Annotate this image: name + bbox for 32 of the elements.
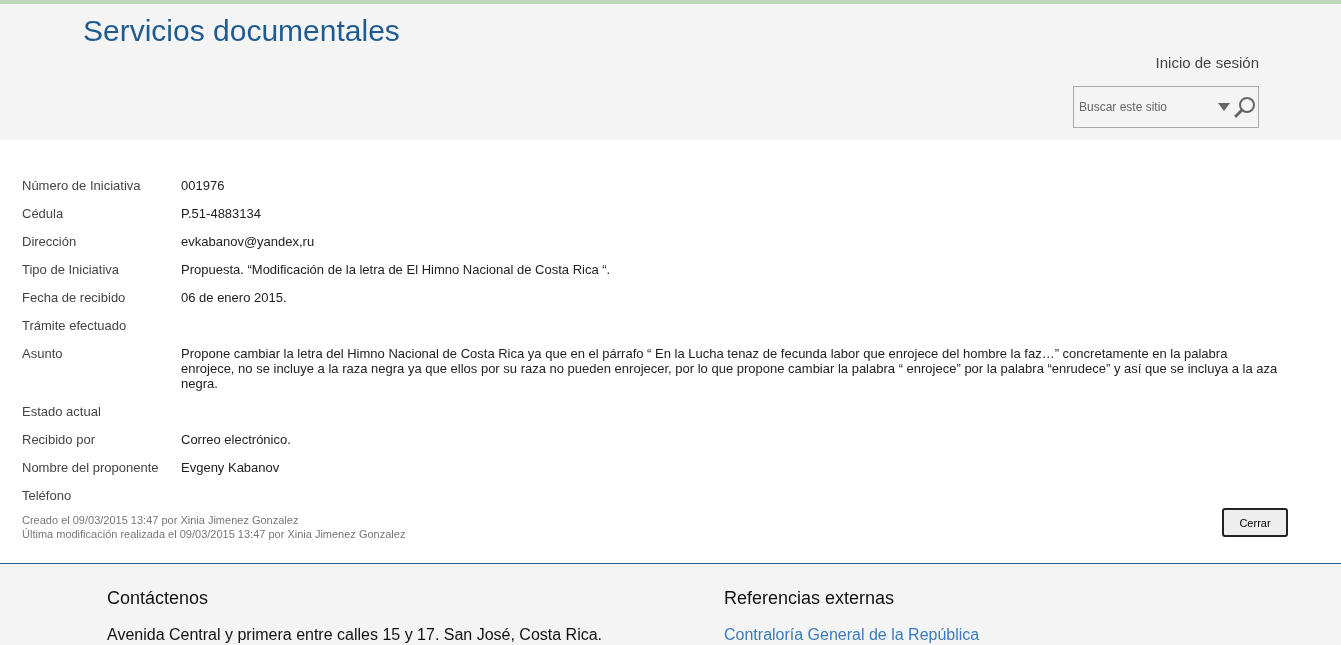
field-label: Dirección bbox=[22, 233, 78, 249]
field-value: Propone cambiar la letra del Himno Nacional de Costa Rica ya que en el párrafo “ En la Lucha tenaz de fecunda labor que enrojece del hombre la faz…” concretamente en la palabra enrojece, no se incluye a la raza negra ya que ellos por su raza no pueden enrojecer, por lo que propone cambiar la palabra “ enrojece” por la palabra “enrudece” y así que se incluya a la aza negra. bbox=[181, 345, 1279, 391]
login-link[interactable]: Inicio de sesión bbox=[1155, 54, 1259, 74]
site-title[interactable]: Servicios documentales bbox=[83, 14, 400, 48]
field-label: Recibido por bbox=[22, 431, 96, 447]
field-value: Correo electrónico. bbox=[181, 431, 291, 447]
search-field[interactable]: Buscar este sitio bbox=[1073, 86, 1259, 128]
field-value: P.51-4883134 bbox=[181, 205, 261, 221]
field-value: 06 de enero 2015. bbox=[181, 289, 287, 305]
footer-link[interactable]: Contraloría General de la República bbox=[724, 626, 1341, 644]
footer-heading: Contáctenos bbox=[107, 588, 210, 610]
footer-heading: Referencias externas bbox=[724, 588, 896, 610]
metadata-text: Creado el 09/03/2015 13:47 por Xinia Jimenez Gonzalez bbox=[22, 513, 300, 527]
field-label: Estado actual bbox=[22, 403, 102, 419]
search-icon[interactable] bbox=[1234, 96, 1256, 118]
field-label: Número de Iniciativa bbox=[22, 177, 142, 193]
field-value: evkabanov@yandex,ru bbox=[181, 233, 315, 249]
field-value: Evgeny Kabanov bbox=[181, 459, 280, 475]
field-label: Tipo de Iniciativa bbox=[22, 261, 121, 277]
field-label: Nombre del proponente bbox=[22, 459, 160, 475]
field-label: Teléfono bbox=[22, 487, 73, 503]
field-label: Fecha de recibido bbox=[22, 289, 127, 305]
close-button[interactable]: Cerrar bbox=[1222, 508, 1288, 537]
search-input[interactable]: Buscar este sitio bbox=[1074, 100, 1218, 114]
field-label: Cédula bbox=[22, 205, 65, 221]
field-label: Trámite efectuado bbox=[22, 317, 128, 333]
field-label: Asunto bbox=[22, 345, 64, 363]
field-value: 001976 bbox=[181, 177, 225, 193]
metadata-text: Última modificación realizada el 09/03/2015 13:47 por Xinia Jimenez Gonzalez bbox=[22, 527, 406, 541]
field-value: Propuesta. “Modificación de la letra de El Himno Nacional de Costa Rica “. bbox=[181, 261, 611, 277]
caret-icon[interactable] bbox=[1218, 103, 1230, 111]
address-text: Avenida Central y primera entre calles 15 y 17. San José, Costa Rica. bbox=[107, 626, 604, 644]
